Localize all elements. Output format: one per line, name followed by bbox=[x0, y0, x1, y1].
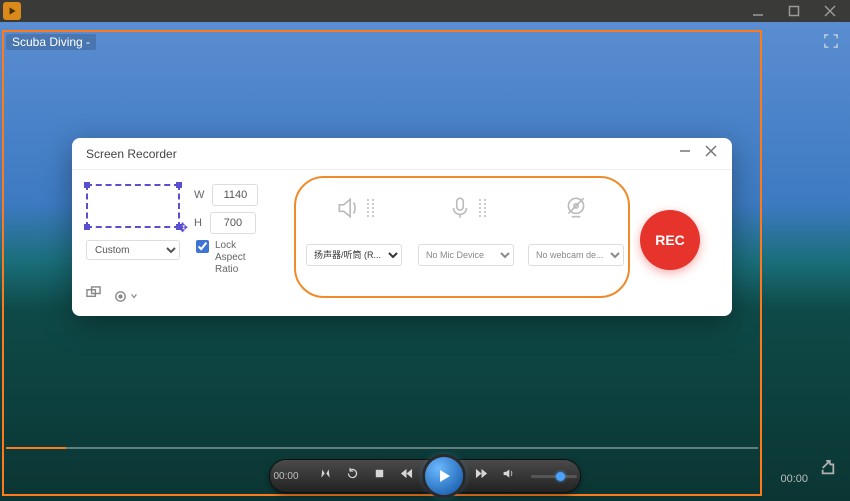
fastforward-button[interactable] bbox=[475, 467, 488, 485]
devices-panel: 扬声器/听筒 (R... No Mic Device No webcam de.… bbox=[294, 176, 630, 298]
mic-select[interactable]: No Mic Device bbox=[418, 244, 514, 266]
settings-gear-icon[interactable] bbox=[113, 289, 138, 304]
resize-handle-icon[interactable]: ✥ bbox=[177, 220, 188, 236]
width-label: W bbox=[194, 189, 204, 201]
multi-monitor-icon[interactable] bbox=[86, 286, 101, 306]
video-title: Scuba Diving - bbox=[6, 34, 96, 50]
dialog-minimize-button[interactable] bbox=[678, 144, 692, 163]
record-button[interactable]: REC bbox=[640, 210, 700, 270]
rotate-icon[interactable] bbox=[346, 467, 359, 485]
progress-fill bbox=[6, 447, 66, 449]
titlebar bbox=[0, 0, 850, 22]
screen-recorder-dialog: Screen Recorder ✥ W H Custom bbox=[72, 138, 732, 316]
volume-slider[interactable] bbox=[531, 475, 577, 478]
maximize-button[interactable] bbox=[788, 5, 800, 17]
width-input[interactable] bbox=[212, 184, 258, 206]
level-bars-icon bbox=[479, 199, 486, 217]
capture-area-preview[interactable]: ✥ bbox=[86, 184, 180, 228]
speaker-select[interactable]: 扬声器/听筒 (R... bbox=[306, 244, 402, 266]
progress-bar[interactable] bbox=[6, 447, 758, 449]
height-input[interactable] bbox=[210, 212, 256, 234]
close-button[interactable] bbox=[824, 5, 836, 17]
current-time: 00:00 bbox=[273, 471, 298, 482]
play-button[interactable] bbox=[425, 457, 463, 495]
height-label: H bbox=[194, 217, 202, 229]
capture-preset-select[interactable]: Custom bbox=[86, 240, 180, 260]
mic-icon bbox=[447, 195, 473, 221]
level-bars-icon bbox=[367, 199, 374, 217]
stop-button[interactable] bbox=[373, 467, 386, 485]
volume-icon[interactable] bbox=[502, 467, 515, 485]
lock-aspect-input[interactable] bbox=[196, 240, 209, 253]
total-time: 00:00 bbox=[780, 473, 808, 485]
player-controls: 00:00 bbox=[0, 455, 850, 497]
video-player-area[interactable]: Scuba Diving - Screen Recorder ✥ W H bbox=[0, 22, 850, 501]
speaker-device: 扬声器/听筒 (R... bbox=[302, 192, 406, 266]
lock-aspect-checkbox[interactable]: Lock Aspect Ratio bbox=[196, 240, 260, 276]
app-logo bbox=[3, 2, 21, 20]
dialog-title: Screen Recorder bbox=[86, 147, 177, 161]
dialog-close-button[interactable] bbox=[704, 144, 718, 163]
rewind-button[interactable] bbox=[400, 467, 413, 485]
speaker-icon bbox=[335, 195, 361, 221]
webcam-device: No webcam de... bbox=[524, 192, 628, 266]
fullscreen-icon[interactable] bbox=[824, 34, 838, 53]
mic-device: No Mic Device bbox=[414, 192, 518, 266]
minimize-button[interactable] bbox=[752, 5, 764, 17]
webcam-select[interactable]: No webcam de... bbox=[528, 244, 624, 266]
volume-knob[interactable] bbox=[556, 472, 565, 481]
snapshot-icon[interactable] bbox=[319, 467, 332, 485]
webcam-icon bbox=[563, 195, 589, 221]
